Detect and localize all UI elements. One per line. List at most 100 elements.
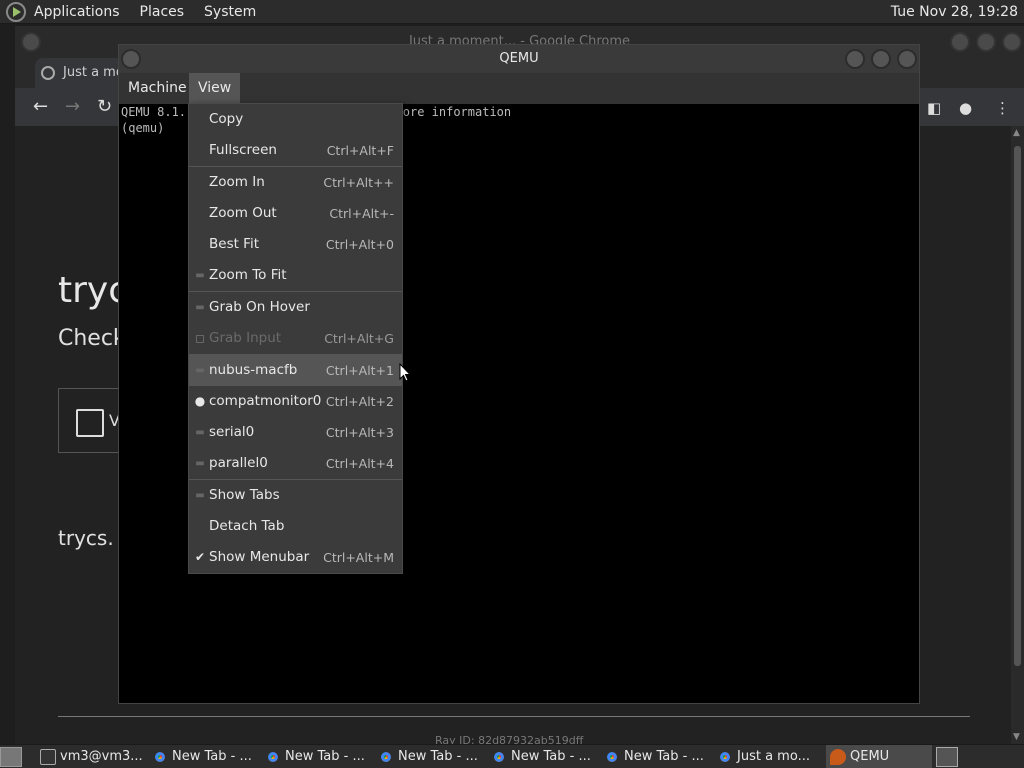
radio-selected-icon: ●	[194, 394, 206, 408]
menu-item-copy[interactable]: Copy	[189, 104, 402, 135]
distro-logo-icon[interactable]	[6, 1, 26, 22]
menu-item-nubus-macfb[interactable]: ▬ nubus-macfb Ctrl+Alt+1	[189, 355, 402, 386]
view-menu: Copy Fullscreen Ctrl+Alt+F Zoom In Ctrl+…	[188, 103, 403, 574]
reload-icon[interactable]: ↻	[97, 96, 112, 117]
menu-view[interactable]: View	[189, 73, 241, 104]
menu-item-parallel0[interactable]: ▬ parallel0 Ctrl+Alt+4	[189, 448, 402, 479]
show-desktop-icon[interactable]	[0, 747, 22, 767]
maximize-icon[interactable]	[976, 32, 996, 52]
radio-unselected-icon: ▬	[195, 427, 205, 438]
more-menu-icon[interactable]: ⋮	[995, 99, 1010, 117]
menu-item-label: nubus-macfb	[209, 362, 298, 378]
qemu-icon	[830, 749, 846, 765]
maximize-icon[interactable]	[871, 49, 891, 69]
back-arrow-icon[interactable]: ←	[33, 96, 48, 117]
forward-arrow-icon[interactable]: →	[65, 96, 80, 117]
menu-item-show-menubar[interactable]: ✔ Show Menubar Ctrl+Alt+M	[189, 542, 402, 573]
unchecked-toggle-icon: ▬	[195, 302, 205, 313]
menu-item-label: Zoom In	[209, 174, 265, 190]
menu-item-accel: Ctrl+Alt+1	[325, 363, 394, 378]
chrome-icon	[604, 749, 620, 765]
window-menu-icon[interactable]	[21, 32, 41, 52]
applications-menu[interactable]: Applications	[34, 4, 120, 20]
menu-item-label: Zoom Out	[209, 205, 277, 221]
qemu-titlebar[interactable]: QEMU	[119, 45, 919, 73]
workspace-switcher[interactable]	[936, 747, 958, 767]
taskbar-item-label: New Tab - ...	[398, 749, 478, 764]
sidepanel-icon[interactable]: ◧	[927, 99, 941, 117]
menu-item-fullscreen[interactable]: Fullscreen Ctrl+Alt+F	[189, 135, 402, 166]
menu-item-label: Copy	[209, 111, 244, 127]
page-subheading: Check	[58, 326, 126, 351]
window-menu-icon[interactable]	[121, 49, 141, 69]
taskbar-item-chrome[interactable]: New Tab - ...	[600, 745, 712, 768]
menu-item-accel: Ctrl+Alt+-	[329, 206, 394, 221]
taskbar-item-label: New Tab - ...	[624, 749, 704, 764]
menu-item-compatmonitor0[interactable]: ● compatmonitor0 Ctrl+Alt+2	[189, 386, 402, 417]
menu-item-label: Show Tabs	[209, 487, 280, 503]
menu-item-label: Best Fit	[209, 236, 260, 252]
menu-item-detach-tab[interactable]: Detach Tab	[189, 511, 402, 542]
menu-item-zoom-out[interactable]: Zoom Out Ctrl+Alt+-	[189, 198, 402, 229]
menu-item-accel: Ctrl+Alt+G	[324, 331, 394, 346]
scroll-up-icon[interactable]: ▲	[1013, 128, 1020, 138]
globe-icon	[41, 66, 55, 80]
system-menu[interactable]: System	[204, 4, 256, 20]
taskbar-item-label: New Tab - ...	[511, 749, 591, 764]
minimize-icon[interactable]	[950, 32, 970, 52]
menu-item-grab-on-hover[interactable]: ▬ Grab On Hover	[189, 292, 402, 323]
menu-item-label: Detach Tab	[209, 518, 285, 534]
taskbar-item-chrome[interactable]: Just a mo...	[713, 745, 825, 768]
unchecked-box-icon	[196, 335, 204, 343]
chrome-icon	[717, 749, 733, 765]
chrome-icon	[378, 749, 394, 765]
qemu-menubar: Machine View	[119, 73, 919, 104]
taskbar-item-label: Just a mo...	[737, 749, 810, 764]
radio-unselected-icon: ▬	[195, 458, 205, 469]
chrome-icon	[152, 749, 168, 765]
chrome-icon	[491, 749, 507, 765]
footer-divider	[58, 716, 970, 717]
menu-item-serial0[interactable]: ▬ serial0 Ctrl+Alt+3	[189, 417, 402, 448]
radio-unselected-icon: ▬	[195, 365, 205, 376]
taskbar-item-chrome[interactable]: New Tab - ...	[374, 745, 486, 768]
scroll-down-icon[interactable]: ▼	[1013, 732, 1020, 742]
terminal-icon	[40, 749, 56, 765]
menu-item-accel: Ctrl+Alt++	[323, 175, 394, 190]
minimize-icon[interactable]	[845, 49, 865, 69]
menu-item-accel: Ctrl+Alt+4	[325, 456, 394, 471]
page-scrollbar[interactable]: ▲ ▼	[1011, 126, 1024, 744]
menu-item-zoom-to-fit[interactable]: ▬ Zoom To Fit	[189, 260, 402, 291]
menu-item-grab-input: Grab Input Ctrl+Alt+G	[189, 323, 402, 354]
menu-item-label: serial0	[209, 424, 255, 440]
menu-item-label: Grab On Hover	[209, 299, 310, 315]
menu-item-label: parallel0	[209, 455, 268, 471]
unchecked-toggle-icon: ▬	[195, 490, 205, 501]
panel-clock[interactable]: Tue Nov 28, 19:28	[891, 4, 1018, 20]
close-icon[interactable]	[897, 49, 917, 69]
taskbar-item-qemu[interactable]: QEMU	[826, 745, 932, 768]
taskbar-item-chrome[interactable]: New Tab - ...	[148, 745, 260, 768]
menu-item-label: Show Menubar	[209, 549, 310, 565]
menu-item-accel: Ctrl+Alt+F	[326, 143, 394, 158]
taskbar-item-chrome[interactable]: New Tab - ...	[261, 745, 373, 768]
taskbar-item-chrome[interactable]: New Tab - ...	[487, 745, 599, 768]
profile-icon[interactable]: ●	[959, 99, 972, 117]
chrome-icon	[265, 749, 281, 765]
close-icon[interactable]	[1002, 32, 1022, 52]
verify-checkbox[interactable]	[76, 409, 104, 437]
unchecked-toggle-icon: ▬	[195, 270, 205, 281]
menu-item-best-fit[interactable]: Best Fit Ctrl+Alt+0	[189, 229, 402, 260]
menu-item-show-tabs[interactable]: ▬ Show Tabs	[189, 480, 402, 511]
menu-item-label: Fullscreen	[209, 142, 277, 158]
scroll-thumb[interactable]	[1014, 146, 1021, 666]
menu-machine[interactable]: Machine	[119, 73, 196, 104]
menu-item-label: Zoom To Fit	[209, 267, 287, 283]
page-footer-text: trycs.	[58, 526, 114, 550]
menu-item-accel: Ctrl+Alt+M	[323, 550, 394, 565]
menu-item-accel: Ctrl+Alt+2	[325, 394, 394, 409]
taskbar-item-terminal[interactable]: vm3@vm3...	[36, 745, 146, 768]
menu-item-zoom-in[interactable]: Zoom In Ctrl+Alt++	[189, 167, 402, 198]
places-menu[interactable]: Places	[140, 4, 185, 20]
qemu-title: QEMU	[499, 51, 539, 66]
